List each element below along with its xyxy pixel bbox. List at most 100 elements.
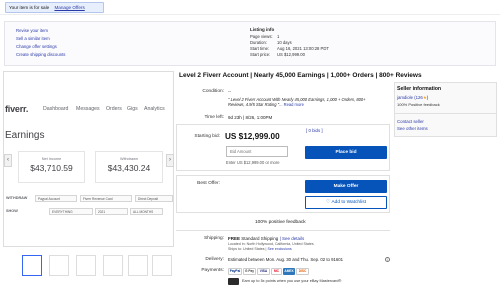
row-key: Start price: (250, 52, 271, 57)
filter-months: ALL MONTHS (130, 208, 163, 215)
shipping-cost: FREE (228, 236, 241, 241)
star-icon: ★ (422, 95, 427, 100)
row-key: Start time: (250, 46, 270, 51)
sell-similar-link[interactable]: Sell a similar item (16, 36, 96, 41)
manage-offers-link[interactable]: Manage Offers (54, 5, 84, 10)
paypal-badge: PayPal (228, 268, 242, 275)
seller-score[interactable]: (126 (414, 95, 423, 100)
time-left-value: 9d 23h (228, 115, 242, 120)
fiverr-nav-dashboard: Dashboard (43, 106, 69, 112)
thumbnail-2[interactable] (49, 255, 69, 276)
chevron-left-icon: ‹ (7, 157, 9, 163)
delivery-estimate: Estimated between Mon. Aug. 30 and Thu. … (228, 257, 344, 262)
ships-to: Ships to: United States | See exclusions (228, 247, 292, 251)
create-shipping-discounts-link[interactable]: Create shipping discounts (16, 52, 96, 57)
discover-badge: DISC (296, 268, 309, 275)
bid-hint: Enter US $12,999.00 or more (226, 160, 280, 165)
see-exclusions-link[interactable]: See exclusions (268, 247, 292, 251)
chevron-right-icon: › (169, 157, 171, 163)
fiverr-nav-orders: Orders (106, 106, 122, 112)
show-label: SHOW (6, 209, 18, 213)
mastercard-badge: MC (271, 268, 282, 275)
fiverr-nav-analytics: Analytics (144, 106, 165, 112)
listing-info-row: Page views: 1 (250, 34, 279, 39)
best-offer-label: Best Offer: (197, 181, 220, 186)
credit-card-icon (228, 278, 239, 285)
info-icon[interactable]: i (385, 257, 390, 262)
seller-divider (394, 113, 497, 114)
for-sale-banner: Your item is for sale Manage Offers (5, 2, 104, 13)
row-key: Page views: (250, 34, 273, 39)
revise-item-link[interactable]: Revise your item (16, 28, 96, 33)
place-bid-button[interactable]: Place bid (305, 146, 387, 159)
fiverr-logo: fiverr. (5, 104, 29, 114)
make-offer-button[interactable]: Make Offer (305, 180, 387, 193)
paypal-withdraw-option: Paypal Account (35, 195, 77, 202)
contact-seller-link[interactable]: Contact seller (397, 119, 424, 124)
row-value: 1 (277, 34, 280, 39)
payments-label: Payments: (201, 268, 224, 273)
withdrawn-label: Withdrawn (120, 157, 138, 161)
see-other-items-link[interactable]: See other items (397, 126, 428, 131)
direct-deposit-option: Direct Deposit (135, 195, 173, 202)
row-value: 10 days (277, 40, 292, 45)
row-key: Duration: (250, 40, 267, 45)
item-title: Level 2 Fiverr Account | Nearly 45,000 E… (179, 72, 422, 79)
credit-offer-note: Earn up to 5x points when you use your e… (242, 279, 342, 283)
see-details-link[interactable]: | See details (280, 236, 305, 241)
net-income-card: Net Income $43,710.59 (18, 151, 85, 183)
withdrawn-value: $43,430.24 (107, 163, 151, 173)
seller-name-link[interactable]: jamdiole (397, 95, 413, 100)
row-value: US $12,999.00 (277, 52, 305, 57)
watchlist-label: Add to Watchlist (331, 200, 366, 205)
seller-feedback: 100% Positive feedback (397, 102, 440, 107)
net-income-value: $43,710.59 (30, 163, 73, 173)
change-offer-settings-link[interactable]: Change offer settings (16, 44, 96, 49)
thumbnail-4[interactable] (103, 255, 123, 276)
listing-info-title: Listing info (250, 27, 275, 32)
fiverr-nav-messages: Messages (76, 106, 100, 112)
read-more-link[interactable]: ... Read more (279, 102, 304, 107)
listing-info-row: Start time: Aug 16, 2021 13:00:28 PDT (250, 46, 329, 51)
amex-badge: AMEX (283, 268, 295, 275)
earnings-heading: Earnings (5, 130, 45, 141)
shipping-label: Shipping: (203, 236, 224, 241)
filter-year: 2021 (95, 208, 128, 215)
revenue-card-option: Fiverr Revenue Card (80, 195, 132, 202)
thumbnail-3[interactable] (76, 255, 96, 276)
positive-feedback: 100% positive feedback (255, 220, 306, 225)
time-left: 9d 23h | 8/26, 1:00PM (228, 115, 273, 120)
thumbnail-6[interactable] (152, 255, 172, 276)
net-income-label: Net Income (41, 157, 62, 161)
thumbnail-5[interactable] (128, 255, 148, 276)
for-sale-label: Your item is for sale (9, 5, 50, 10)
filter-everything: EVERYTHING (49, 208, 93, 215)
prev-image-button[interactable]: ‹ (4, 154, 12, 167)
delivery-label: Delivery: (205, 257, 224, 262)
condition-value: -- (228, 89, 231, 94)
bid-amount-input[interactable] (226, 146, 288, 157)
item-location: Located in: North Hollywood, California,… (228, 242, 314, 246)
notice-bar: Your item is for sale Manage Offers (0, 0, 500, 15)
bid-count-link[interactable]: [ 0 bids ] (306, 128, 323, 133)
thumbnail-1[interactable] (22, 255, 42, 276)
shipping-info: FREE Standard Shipping | See details (228, 236, 304, 241)
condition-label: Condition: (202, 89, 224, 94)
heart-icon: ♡ (326, 200, 331, 205)
ships-to-text: Ships to: United States (228, 247, 265, 251)
time-left-end: 8/26, 1:00PM (245, 115, 273, 120)
starting-bid-label: Starting bid: (194, 134, 220, 139)
seller-info-title: Seller information (397, 86, 442, 92)
withdrawn-card: Withdrawn $43,430.24 (95, 151, 163, 183)
seller-name-row: jamdiole (126★) (397, 95, 429, 100)
visa-badge: VISA (257, 268, 270, 275)
time-left-label: Time left: (204, 115, 224, 120)
listing-info-row: Duration: 10 days (250, 40, 292, 45)
condition-note: " Level 2 Fiverr Account With Nearly 45,… (228, 97, 378, 108)
divider (176, 230, 390, 231)
add-to-watchlist-button[interactable]: ♡ Add to Watchlist (305, 196, 387, 209)
shipping-method: Standard Shipping (241, 236, 279, 241)
starting-bid-value: US $12,999.00 (225, 132, 280, 141)
next-image-button[interactable]: › (166, 154, 174, 167)
fiverr-nav-gigs: Gigs (127, 106, 138, 112)
